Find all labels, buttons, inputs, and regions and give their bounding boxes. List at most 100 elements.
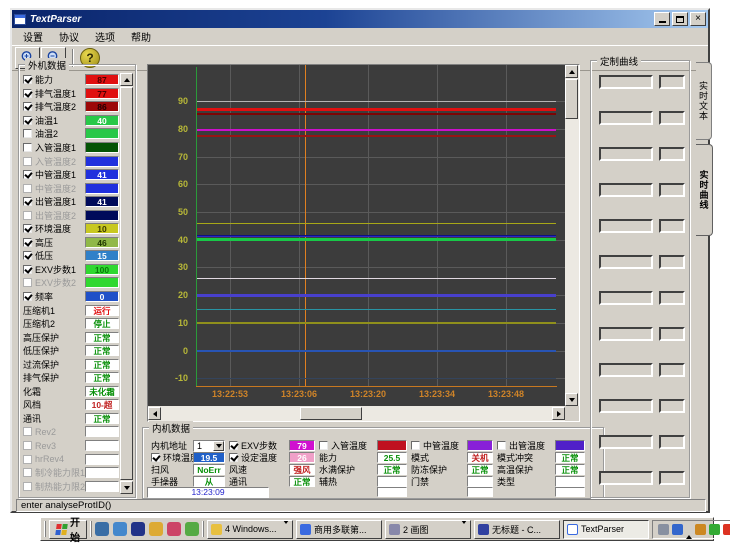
chart-scroll-left-arrow[interactable]	[148, 407, 161, 420]
checkbox[interactable]	[23, 292, 32, 301]
checkbox[interactable]	[23, 265, 32, 274]
custom-curve-slot[interactable]	[599, 147, 653, 161]
start-button[interactable]: 开始	[49, 520, 87, 539]
custom-curve-slot[interactable]	[599, 399, 653, 413]
custom-curve-value[interactable]	[659, 183, 685, 197]
checkbox[interactable]	[229, 441, 238, 450]
chart-scroll-down-arrow[interactable]	[565, 393, 578, 406]
taskbar-button[interactable]: 商用多联第...	[296, 520, 382, 539]
custom-curve-value[interactable]	[659, 147, 685, 161]
custom-curve-slot[interactable]	[599, 255, 653, 269]
network-icon[interactable]	[672, 524, 683, 535]
checkbox[interactable]	[23, 455, 32, 464]
checkbox[interactable]	[23, 89, 32, 98]
taskbar-button[interactable]: 无标题 - C...	[474, 520, 560, 539]
minimize-button[interactable]	[654, 12, 670, 26]
checkbox[interactable]	[23, 224, 32, 233]
restore-button[interactable]	[672, 12, 688, 26]
custom-curve-value[interactable]	[659, 255, 685, 269]
messenger-icon[interactable]	[113, 522, 127, 536]
custom-curve-slot[interactable]	[599, 327, 653, 341]
printer-icon[interactable]	[658, 524, 669, 535]
scroll-down-arrow[interactable]	[120, 481, 133, 494]
custom-curve-slot[interactable]	[599, 291, 653, 305]
scroll-up-arrow[interactable]	[120, 73, 133, 86]
checkbox[interactable]	[23, 129, 32, 138]
checkbox[interactable]	[151, 453, 160, 462]
tab-实时文本[interactable]: 实时文本	[696, 62, 712, 140]
checkbox[interactable]	[23, 251, 32, 260]
dropdown-arrow-icon[interactable]	[283, 524, 289, 534]
ie-icon[interactable]	[95, 522, 109, 536]
checkbox[interactable]	[23, 75, 32, 84]
custom-curve-slot[interactable]	[599, 183, 653, 197]
checkbox[interactable]	[23, 184, 32, 193]
flashget-icon[interactable]	[723, 524, 730, 535]
checkbox[interactable]	[23, 157, 32, 166]
checkbox[interactable]	[23, 482, 32, 491]
custom-curve-slot[interactable]	[599, 435, 653, 449]
checkbox[interactable]	[23, 197, 32, 206]
sidebar-scrollbar[interactable]	[120, 73, 133, 494]
custom-curve-slot[interactable]	[599, 471, 653, 485]
close-button[interactable]: ×	[690, 12, 706, 26]
chart-hscrollbar[interactable]	[148, 406, 565, 421]
custom-curve-value[interactable]	[659, 399, 685, 413]
checkbox[interactable]	[319, 441, 328, 450]
custom-curve-panel: 定制曲线	[590, 60, 690, 498]
taskbar-button[interactable]: TextParser	[563, 520, 649, 539]
checkbox[interactable]	[23, 441, 32, 450]
checkbox[interactable]	[23, 211, 32, 220]
checkbox[interactable]	[23, 238, 32, 247]
checkbox[interactable]	[23, 278, 32, 287]
checkbox[interactable]	[229, 453, 238, 462]
menu-item[interactable]: 选项	[87, 28, 123, 45]
quicklaunch-grip[interactable]	[90, 521, 92, 537]
antivirus-icon[interactable]	[709, 524, 720, 535]
outlook-icon[interactable]	[149, 522, 163, 536]
custom-curve-slot[interactable]	[599, 219, 653, 233]
custom-curve-value[interactable]	[659, 219, 685, 233]
taskbar-button[interactable]: 2 画图	[385, 520, 471, 539]
checkbox[interactable]	[497, 441, 506, 450]
hidden-icons-arrow[interactable]	[686, 524, 692, 535]
chart-vscrollbar[interactable]	[565, 65, 579, 406]
checkbox[interactable]	[23, 427, 32, 436]
chart-scroll-right-arrow[interactable]	[552, 407, 565, 420]
menu-item[interactable]: 协议	[51, 28, 87, 45]
media-player-icon[interactable]	[185, 522, 199, 536]
menu-item[interactable]: 帮助	[123, 28, 159, 45]
checkbox[interactable]	[23, 468, 32, 477]
custom-curve-value[interactable]	[659, 471, 685, 485]
custom-curve-slot[interactable]	[599, 75, 653, 89]
checkbox[interactable]	[23, 102, 32, 111]
chart-vscroll-thumb[interactable]	[565, 79, 578, 119]
tab-实时曲线[interactable]: 实时曲线	[696, 144, 713, 236]
chart-scroll-up-arrow[interactable]	[565, 65, 578, 78]
checkbox[interactable]	[23, 143, 32, 152]
msn-icon[interactable]	[131, 522, 145, 536]
security-icon[interactable]	[167, 522, 181, 536]
custom-curve-slot[interactable]	[599, 111, 653, 125]
custom-curve-value[interactable]	[659, 327, 685, 341]
dropdown-arrow-icon[interactable]	[461, 524, 467, 534]
sidebar-scroll-thumb[interactable]	[120, 87, 133, 480]
taskbuttons-grip[interactable]	[202, 521, 204, 537]
custom-curve-value[interactable]	[659, 435, 685, 449]
taskbar-button[interactable]: 4 Windows...	[207, 520, 293, 539]
dropdown-arrow-icon[interactable]	[213, 441, 224, 451]
checkbox[interactable]	[23, 170, 32, 179]
update-icon[interactable]	[695, 524, 706, 535]
checkbox[interactable]	[411, 441, 420, 450]
custom-curve-slot[interactable]	[599, 363, 653, 377]
custom-curve-value[interactable]	[659, 291, 685, 305]
custom-curve-value[interactable]	[659, 363, 685, 377]
chart-hscroll-thumb[interactable]	[300, 407, 362, 420]
custom-curve-value[interactable]	[659, 75, 685, 89]
taskbar-grip[interactable]	[44, 521, 46, 537]
checkbox[interactable]	[23, 116, 32, 125]
menu-item[interactable]: 设置	[15, 28, 51, 45]
custom-curve-value[interactable]	[659, 111, 685, 125]
indoor-address-select[interactable]: 1	[193, 440, 225, 452]
plot-area[interactable]: 9080706050403020100-1013:22:5313:23:0613…	[148, 65, 565, 406]
